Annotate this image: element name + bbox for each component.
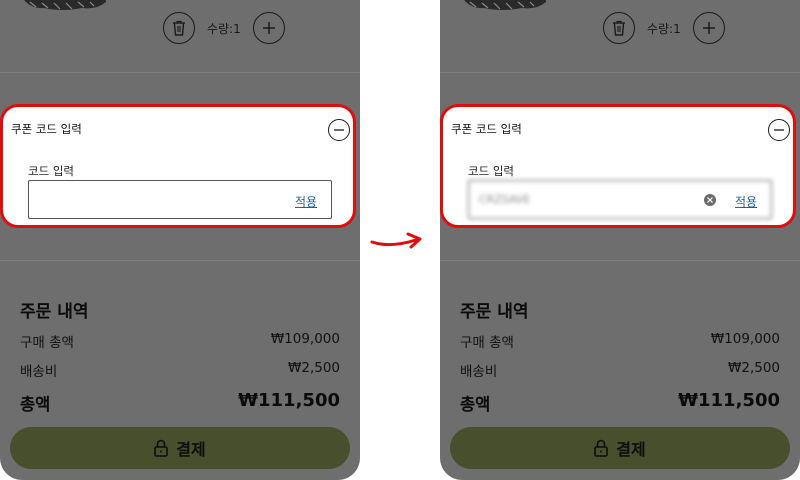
clear-icon: [707, 197, 713, 203]
lock-icon: [594, 439, 609, 457]
subtotal-label: 구매 총액: [460, 335, 514, 351]
collapse-coupon-button[interactable]: [768, 119, 790, 141]
coupon-section-highlighted: 쿠폰 코드 입력 코드 입력 적용: [440, 104, 796, 228]
pay-button-label: 결제: [616, 440, 646, 459]
coupon-title: 쿠폰 코드 입력: [451, 122, 522, 136]
code-field-label: 코드 입력: [28, 164, 74, 178]
total-value: ₩111,500: [238, 390, 340, 411]
arrow-right-icon: [370, 232, 422, 249]
delete-item-button[interactable]: [163, 12, 195, 44]
quantity-row: 수량:1: [603, 12, 727, 44]
trash-icon: [173, 20, 185, 36]
divider: [0, 72, 360, 73]
coupon-section-highlighted: 쿠폰 코드 입력 코드 입력 적용: [0, 104, 356, 228]
order-summary-title: 주문 내역: [460, 302, 529, 322]
total-label: 총액: [20, 395, 51, 414]
coupon-code-input[interactable]: [28, 180, 332, 219]
shipping-value: ₩2,500: [288, 360, 340, 376]
collapse-coupon-button[interactable]: [328, 119, 350, 141]
total-value: ₩111,500: [678, 390, 780, 411]
clear-input-button[interactable]: [704, 194, 716, 206]
code-field-label: 코드 입력: [468, 164, 514, 178]
increase-quantity-button[interactable]: [253, 12, 285, 44]
order-summary-title: 주문 내역: [20, 302, 89, 322]
divider: [440, 260, 800, 261]
minus-icon: [774, 129, 784, 131]
subtotal-value: ₩109,000: [710, 331, 780, 347]
apply-coupon-link[interactable]: 적용: [735, 193, 757, 210]
pay-button-label: 결제: [176, 440, 206, 459]
shoe-product-image: [24, 0, 106, 10]
quantity-label: 수량:1: [647, 22, 681, 36]
plus-icon: [703, 22, 715, 34]
quantity-label: 수량:1: [207, 22, 241, 36]
subtotal-label: 구매 총액: [20, 335, 74, 351]
coupon-code-input[interactable]: [468, 180, 772, 219]
shipping-label: 배송비: [20, 364, 58, 380]
lock-icon: [154, 439, 169, 457]
shipping-value: ₩2,500: [728, 360, 780, 376]
total-label: 총액: [460, 395, 491, 414]
subtotal-value: ₩109,000: [270, 331, 340, 347]
quantity-row: 수량:1: [163, 12, 287, 44]
pay-button[interactable]: 결제: [450, 427, 790, 469]
shoe-product-image: [464, 0, 546, 10]
shipping-label: 배송비: [460, 364, 498, 380]
coupon-title: 쿠폰 코드 입력: [11, 122, 82, 136]
minus-icon: [334, 129, 344, 131]
apply-coupon-link[interactable]: 적용: [295, 193, 317, 210]
plus-icon: [263, 22, 275, 34]
pay-button[interactable]: 결제: [10, 427, 350, 469]
delete-item-button[interactable]: [603, 12, 635, 44]
trash-icon: [613, 20, 625, 36]
divider: [440, 72, 800, 73]
checkout-screen-before: 수량:1 쿠폰 코드 입력 코드 입력 적용 주문 내역 구매 총액 ₩109,…: [0, 0, 360, 480]
increase-quantity-button[interactable]: [693, 12, 725, 44]
checkout-screen-after: 수량:1 쿠폰 코드 입력 코드 입력 적용 주문 내역 구매 총액 ₩109,…: [440, 0, 800, 480]
divider: [0, 260, 360, 261]
